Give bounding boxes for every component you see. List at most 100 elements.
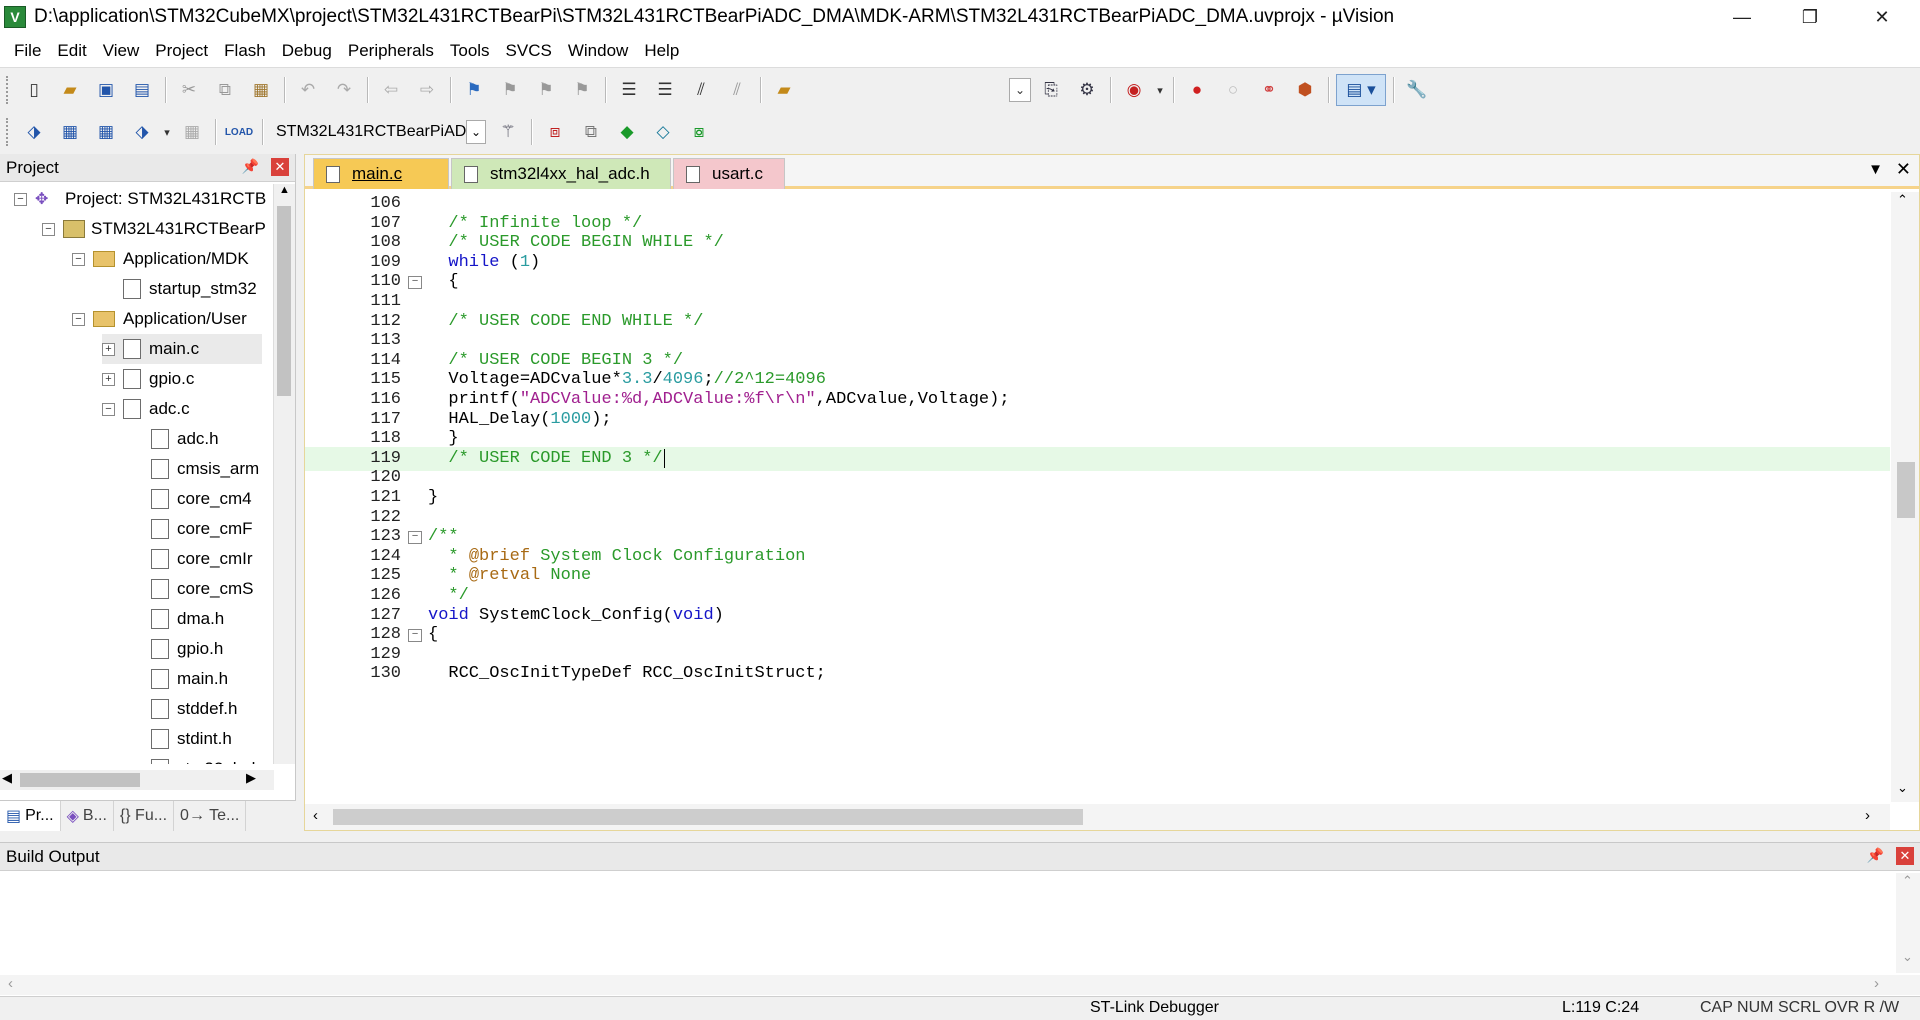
scroll-thumb[interactable] bbox=[1897, 462, 1915, 518]
expand-icon[interactable]: + bbox=[102, 372, 115, 386]
tree-item[interactable]: stm32_hal bbox=[130, 754, 255, 764]
debug-session-icon[interactable]: ◉ bbox=[1118, 74, 1150, 106]
nav-forward-icon[interactable]: ⇨ bbox=[411, 74, 443, 106]
tree-item[interactable]: adc.h bbox=[130, 424, 219, 454]
menu-window[interactable]: Window bbox=[560, 41, 636, 61]
menu-edit[interactable]: Edit bbox=[49, 41, 94, 61]
breakpoint-enable-icon[interactable]: ○ bbox=[1217, 74, 1249, 106]
uncomment-icon[interactable]: ⫽ bbox=[721, 74, 753, 106]
project-tree-vscrollbar[interactable]: ▲ ▼ bbox=[273, 184, 295, 812]
close-icon[interactable]: ✕ bbox=[1896, 847, 1914, 865]
close-button[interactable]: ✕ bbox=[1852, 0, 1912, 34]
download-icon[interactable]: LOAD bbox=[223, 116, 255, 148]
tab-stm32l4xx-hal-adc-h[interactable]: stm32l4xx_hal_adc.h bbox=[451, 158, 671, 189]
find-dropdown-icon[interactable]: ⌄ bbox=[1009, 78, 1031, 102]
editor-vscrollbar[interactable]: ⌃ ⌄ bbox=[1891, 192, 1919, 802]
manage-project-items-icon[interactable]: ⧈ bbox=[539, 116, 571, 148]
tree-item[interactable]: − Application/MDK bbox=[72, 244, 249, 274]
menu-debug[interactable]: Debug bbox=[274, 41, 340, 61]
scroll-thumb[interactable] bbox=[277, 206, 291, 396]
close-icon[interactable]: ✕ bbox=[271, 158, 289, 176]
tree-item[interactable]: startup_stm32 bbox=[102, 274, 257, 304]
stop-build-icon[interactable]: ▦ bbox=[176, 116, 208, 148]
window-layout-icon[interactable]: ▤ ▾ bbox=[1336, 74, 1386, 106]
nav-back-icon[interactable]: ⇦ bbox=[375, 74, 407, 106]
tree-item[interactable]: gpio.h bbox=[130, 634, 223, 664]
select-software-packs-icon[interactable]: ⧇ bbox=[683, 116, 715, 148]
tree-item[interactable]: − ✥ Project: STM32L431RCTB bbox=[14, 184, 266, 214]
build-output-text[interactable] bbox=[0, 873, 1896, 973]
menu-tools[interactable]: Tools bbox=[442, 41, 498, 61]
collapse-icon[interactable]: − bbox=[14, 192, 27, 206]
close-editor-icon[interactable]: ✕ bbox=[1896, 159, 1911, 180]
code-line[interactable]: 130 RCC_OscInitTypeDef RCC_OscInitStruct… bbox=[305, 662, 1890, 686]
tab-project[interactable]: ▤ Pr... bbox=[0, 801, 61, 831]
expand-icon[interactable]: + bbox=[102, 342, 115, 356]
translate-icon[interactable]: ⬗ bbox=[18, 116, 50, 148]
undo-icon[interactable]: ↶ bbox=[292, 74, 324, 106]
next-bookmark-icon[interactable]: ⚑ bbox=[530, 74, 562, 106]
menu-project[interactable]: Project bbox=[147, 41, 216, 61]
pin-icon[interactable]: 📌 bbox=[1867, 847, 1884, 864]
build-output-vscrollbar[interactable]: ⌃ ⌄ bbox=[1896, 873, 1920, 973]
collapse-icon[interactable]: − bbox=[42, 222, 55, 236]
pin-icon[interactable]: 📌 bbox=[242, 158, 259, 175]
toolbar-grip-2[interactable] bbox=[6, 118, 10, 146]
minimize-button[interactable]: — bbox=[1712, 0, 1772, 34]
menu-view[interactable]: View bbox=[95, 41, 148, 61]
tree-item[interactable]: stdint.h bbox=[130, 724, 232, 754]
tab-books[interactable]: ◈ B... bbox=[61, 801, 114, 831]
tree-item[interactable]: − adc.c bbox=[102, 394, 190, 424]
find-in-files-icon[interactable]: ▰ bbox=[768, 74, 800, 106]
tree-item[interactable]: + gpio.c bbox=[102, 364, 194, 394]
menu-svcs[interactable]: SVCS bbox=[498, 41, 560, 61]
cut-icon[interactable]: ✂ bbox=[173, 74, 205, 106]
tree-item[interactable]: + main.c bbox=[102, 334, 262, 364]
fold-collapse-icon[interactable]: − bbox=[408, 531, 422, 545]
run-time-env-icon[interactable]: ◆ bbox=[611, 116, 643, 148]
target-options-icon[interactable]: ⚚ bbox=[492, 116, 524, 148]
save-all-icon[interactable]: ▤ bbox=[126, 74, 158, 106]
editor-hscrollbar[interactable]: ‹ › bbox=[305, 804, 1890, 830]
new-file-icon[interactable]: ▯ bbox=[18, 74, 50, 106]
code-view[interactable]: 106 107 /* Infinite loop */108 /* USER CO… bbox=[305, 192, 1890, 802]
save-icon[interactable]: ▣ bbox=[90, 74, 122, 106]
rebuild-icon[interactable]: ▦ bbox=[90, 116, 122, 148]
breakpoint-kill-all-icon[interactable]: ⬢ bbox=[1289, 74, 1321, 106]
indent-icon[interactable]: ☰ bbox=[613, 74, 645, 106]
build-icon[interactable]: ▦ bbox=[54, 116, 86, 148]
clear-bookmarks-icon[interactable]: ⚑ bbox=[566, 74, 598, 106]
find-icon[interactable]: ⎘ bbox=[1035, 74, 1067, 106]
target-select[interactable]: STM32L431RCTBearPiADC ⌄ bbox=[272, 119, 490, 145]
tree-item[interactable]: main.h bbox=[130, 664, 228, 694]
breakpoint-insert-icon[interactable]: ● bbox=[1181, 74, 1213, 106]
toolbar-grip[interactable] bbox=[6, 76, 10, 104]
tree-item[interactable]: − Application/User bbox=[72, 304, 247, 334]
chevron-down-icon[interactable]: ⌄ bbox=[466, 120, 486, 144]
paste-icon[interactable]: ▦ bbox=[245, 74, 277, 106]
fold-collapse-icon[interactable]: − bbox=[408, 629, 422, 643]
menu-file[interactable]: File bbox=[6, 41, 49, 61]
collapse-icon[interactable]: − bbox=[102, 402, 115, 416]
open-file-icon[interactable]: ▰ bbox=[54, 74, 86, 106]
tree-item[interactable]: stddef.h bbox=[130, 694, 238, 724]
collapse-icon[interactable]: − bbox=[72, 312, 85, 326]
scroll-thumb-h[interactable] bbox=[333, 809, 1083, 825]
menu-peripherals[interactable]: Peripherals bbox=[340, 41, 442, 61]
fold-collapse-icon[interactable]: − bbox=[408, 276, 422, 290]
comment-icon[interactable]: ⫽ bbox=[685, 74, 717, 106]
scroll-thumb-h[interactable] bbox=[20, 773, 140, 787]
batch-dropdown-icon[interactable]: ▾ bbox=[162, 116, 172, 148]
prev-bookmark-icon[interactable]: ⚑ bbox=[494, 74, 526, 106]
collapse-icon[interactable]: − bbox=[72, 252, 85, 266]
tab-templates[interactable]: 0→ Te... bbox=[174, 801, 247, 831]
tree-item[interactable]: cmsis_arm bbox=[130, 454, 259, 484]
menu-flash[interactable]: Flash bbox=[216, 41, 274, 61]
incremental-find-icon[interactable]: ⚙ bbox=[1071, 74, 1103, 106]
tab-usart-c[interactable]: usart.c bbox=[673, 158, 785, 189]
bookmark-icon[interactable]: ⚑ bbox=[458, 74, 490, 106]
tree-item[interactable]: core_cmF bbox=[130, 514, 253, 544]
breakpoint-disable-all-icon[interactable]: ⚭ bbox=[1253, 74, 1285, 106]
tab-functions[interactable]: {} Fu... bbox=[114, 801, 175, 831]
debug-dropdown-icon[interactable]: ▾ bbox=[1154, 74, 1166, 106]
